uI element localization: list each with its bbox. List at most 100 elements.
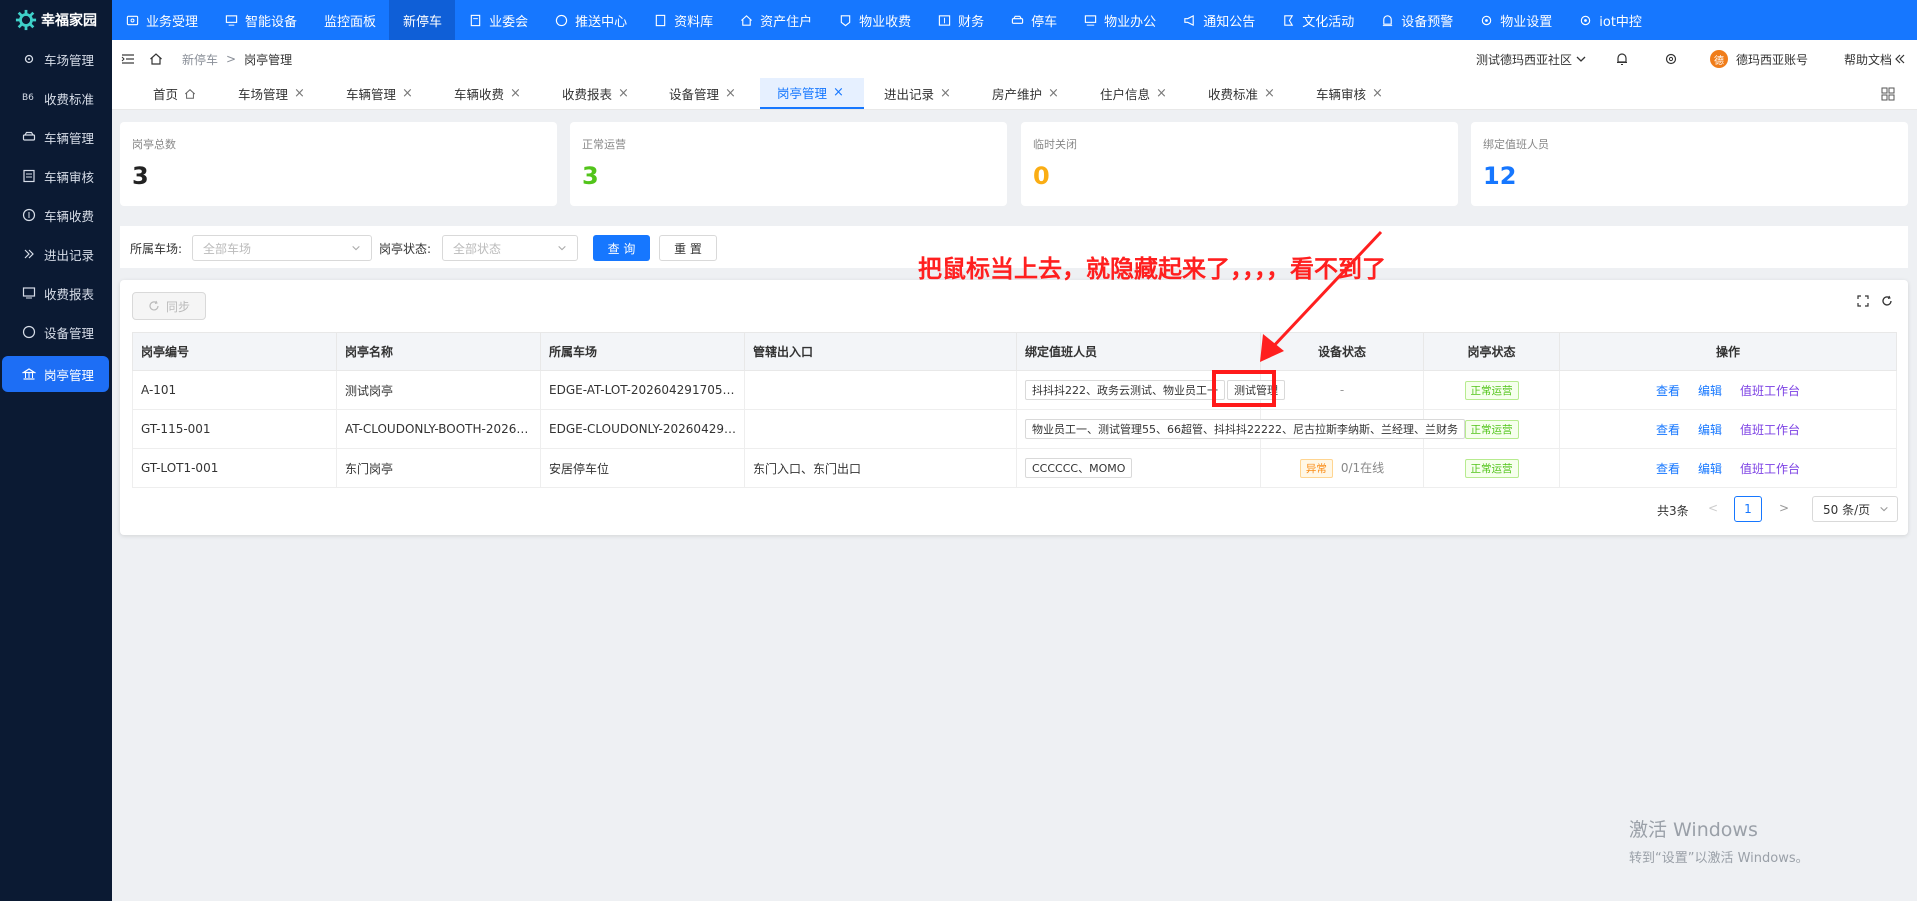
sidebar-item-lot-management[interactable]: 车场管理 <box>2 41 109 77</box>
close-icon[interactable]: × <box>402 86 413 101</box>
booth-status-cell: 正常运营 <box>1423 448 1560 488</box>
nav-parking[interactable]: 停车 <box>997 0 1070 40</box>
status-select-placeholder: 全部状态 <box>453 241 502 256</box>
close-icon[interactable]: × <box>1372 86 1383 101</box>
edit-link[interactable]: 编辑 <box>1698 462 1722 476</box>
duty-workbench-link[interactable]: 值班工作台 <box>1740 423 1800 437</box>
notification-button[interactable] <box>1615 40 1629 78</box>
tab-entry-records[interactable]: 进出记录 × <box>876 78 959 109</box>
tab-device-management[interactable]: 设备管理 × <box>661 78 744 109</box>
table-row: A-101 测试岗亭 EDGE-AT-LOT-20260429170545 抖抖… <box>132 370 1897 410</box>
staff-tag[interactable]: 物业员工一、测试管理55、66超管、抖抖抖22222、尼古拉斯李纳斯、兰经理、兰… <box>1025 419 1465 439</box>
nav-new-parking[interactable]: 新停车 <box>389 0 456 40</box>
home-breadcrumb-button[interactable] <box>149 40 163 78</box>
nav-business[interactable]: 业务受理 <box>112 0 211 40</box>
windows-activation-watermark: 激活 Windows 转到“设置”以激活 Windows。 <box>1629 815 1809 866</box>
nav-office[interactable]: 物业办公 <box>1070 0 1169 40</box>
fullscreen-button[interactable] <box>1857 295 1869 307</box>
device-online-count: 0/1在线 <box>1340 460 1385 475</box>
view-link[interactable]: 查看 <box>1656 384 1680 398</box>
nav-monitor-panel[interactable]: 监控面板 <box>310 0 389 40</box>
status-select[interactable]: 全部状态 <box>442 235 578 261</box>
breadcrumb-parent[interactable]: 新停车 <box>182 51 218 68</box>
sidebar-item-vehicle-review[interactable]: 车辆审核 <box>2 158 109 194</box>
query-button[interactable]: 查 询 <box>593 235 650 261</box>
nav-iot-control[interactable]: iot中控 <box>1565 0 1655 40</box>
close-icon[interactable]: × <box>294 86 305 101</box>
sidebar-item-fee-standard[interactable]: B6 收费标准 <box>2 80 109 116</box>
booth-lot: EDGE-AT-LOT-20260429170545 <box>540 370 745 410</box>
close-icon[interactable]: × <box>510 86 521 101</box>
settings-button[interactable] <box>1664 40 1678 78</box>
edit-link[interactable]: 编辑 <box>1698 423 1722 437</box>
tab-vehicle-review[interactable]: 车辆审核 × <box>1308 78 1391 109</box>
tab-vehicle-management[interactable]: 车辆管理 × <box>338 78 421 109</box>
nav-notice[interactable]: 通知公告 <box>1169 0 1268 40</box>
nav-assets[interactable]: 资产住户 <box>726 0 825 40</box>
alarm-icon <box>1383 14 1393 26</box>
nav-device-alarm[interactable]: 设备预警 <box>1367 0 1466 40</box>
tab-label: 收费报表 <box>562 87 613 102</box>
sidebar-item-booth-management[interactable]: 岗亭管理 <box>2 356 109 392</box>
pagination-page-1[interactable]: 1 <box>1734 496 1762 522</box>
reset-button[interactable]: 重 置 <box>659 235 717 261</box>
brand-logo[interactable]: 幸福家园 <box>0 0 112 40</box>
stat-card-closed: 临时关闭 0 <box>1021 122 1458 206</box>
nav-culture[interactable]: 文化活动 <box>1268 0 1367 40</box>
tab-property-maintenance[interactable]: 房产维护 × <box>984 78 1067 109</box>
duty-workbench-link[interactable]: 值班工作台 <box>1740 384 1800 398</box>
tab-booth-management[interactable]: 岗亭管理 × <box>760 78 864 109</box>
table-refresh-button[interactable] <box>1881 295 1893 307</box>
community-selector[interactable]: 测试德玛西亚社区 <box>1476 40 1587 78</box>
close-icon[interactable]: × <box>833 85 844 100</box>
edit-link[interactable]: 编辑 <box>1698 384 1722 398</box>
close-icon[interactable]: × <box>1264 86 1275 101</box>
tab-grid-button[interactable] <box>1881 87 1895 101</box>
close-icon[interactable]: × <box>1156 86 1167 101</box>
close-icon[interactable]: × <box>725 86 736 101</box>
breadcrumb: 新停车 > 岗亭管理 <box>182 40 292 78</box>
nav-push-center[interactable]: 推送中心 <box>541 0 640 40</box>
close-icon[interactable]: × <box>1048 86 1059 101</box>
nav-committee[interactable]: 业委会 <box>455 0 541 40</box>
sidebar-item-fee-report[interactable]: 收费报表 <box>2 275 109 311</box>
tab-resident-info[interactable]: 住户信息 × <box>1092 78 1175 109</box>
pagination-total: 共3条 <box>1657 504 1689 518</box>
nav-label: 业务受理 <box>146 14 199 30</box>
tab-fee-standard[interactable]: 收费标准 × <box>1200 78 1283 109</box>
tab-lot-management[interactable]: 车场管理 × <box>230 78 313 109</box>
tab-home[interactable]: 首页 <box>145 78 204 109</box>
sync-button[interactable]: 同步 <box>132 292 206 320</box>
account-name: 德玛西亚账号 <box>1736 52 1809 67</box>
tab-fee-report[interactable]: 收费报表 × <box>554 78 637 109</box>
nav-finance[interactable]: 财务 <box>924 0 997 40</box>
nav-smart-device[interactable]: 智能设备 <box>211 0 310 40</box>
sidebar-item-vehicle-fee[interactable]: 车辆收费 <box>2 197 109 233</box>
sidebar-item-vehicle-management[interactable]: 车辆管理 <box>2 119 109 155</box>
account-menu[interactable]: 德 德玛西亚账号 <box>1710 40 1808 78</box>
pagination-next[interactable]: > <box>1779 501 1789 515</box>
nav-label: 通知公告 <box>1203 14 1256 30</box>
duty-workbench-link[interactable]: 值班工作台 <box>1740 462 1800 476</box>
view-link[interactable]: 查看 <box>1656 462 1680 476</box>
sidebar-item-device-management[interactable]: 设备管理 <box>2 314 109 350</box>
close-icon[interactable]: × <box>618 86 629 101</box>
close-icon[interactable]: × <box>940 86 951 101</box>
pagination-prev[interactable]: < <box>1708 501 1718 515</box>
nav-library[interactable]: 资料库 <box>640 0 726 40</box>
stat-card-staff: 绑定值班人员 12 <box>1471 122 1908 206</box>
sidebar-item-entry-records[interactable]: 进出记录 <box>2 236 109 272</box>
breadcrumb-current: 岗亭管理 <box>244 52 293 67</box>
staff-tag[interactable]: CCCCCC、MOMO <box>1025 458 1133 478</box>
tab-vehicle-fee[interactable]: 车辆收费 × <box>446 78 529 109</box>
view-link[interactable]: 查看 <box>1656 423 1680 437</box>
booth-table: 岗亭编号 岗亭名称 所属车场 管辖出入口 绑定值班人员 设备状态 岗亭状态 操作… <box>132 332 1897 488</box>
nav-property-settings[interactable]: 物业设置 <box>1466 0 1565 40</box>
nav-label: 物业办公 <box>1104 14 1157 30</box>
help-docs-link[interactable]: 帮助文档 <box>1844 40 1906 78</box>
nav-property-fee[interactable]: 物业收费 <box>825 0 924 40</box>
staff-tag[interactable]: 抖抖抖222、政务云测试、物业员工一 <box>1025 380 1225 400</box>
collapse-menu-button[interactable] <box>121 40 135 78</box>
page-size-select[interactable]: 50 条/页 <box>1812 496 1898 522</box>
lot-select[interactable]: 全部车场 <box>192 235 372 261</box>
